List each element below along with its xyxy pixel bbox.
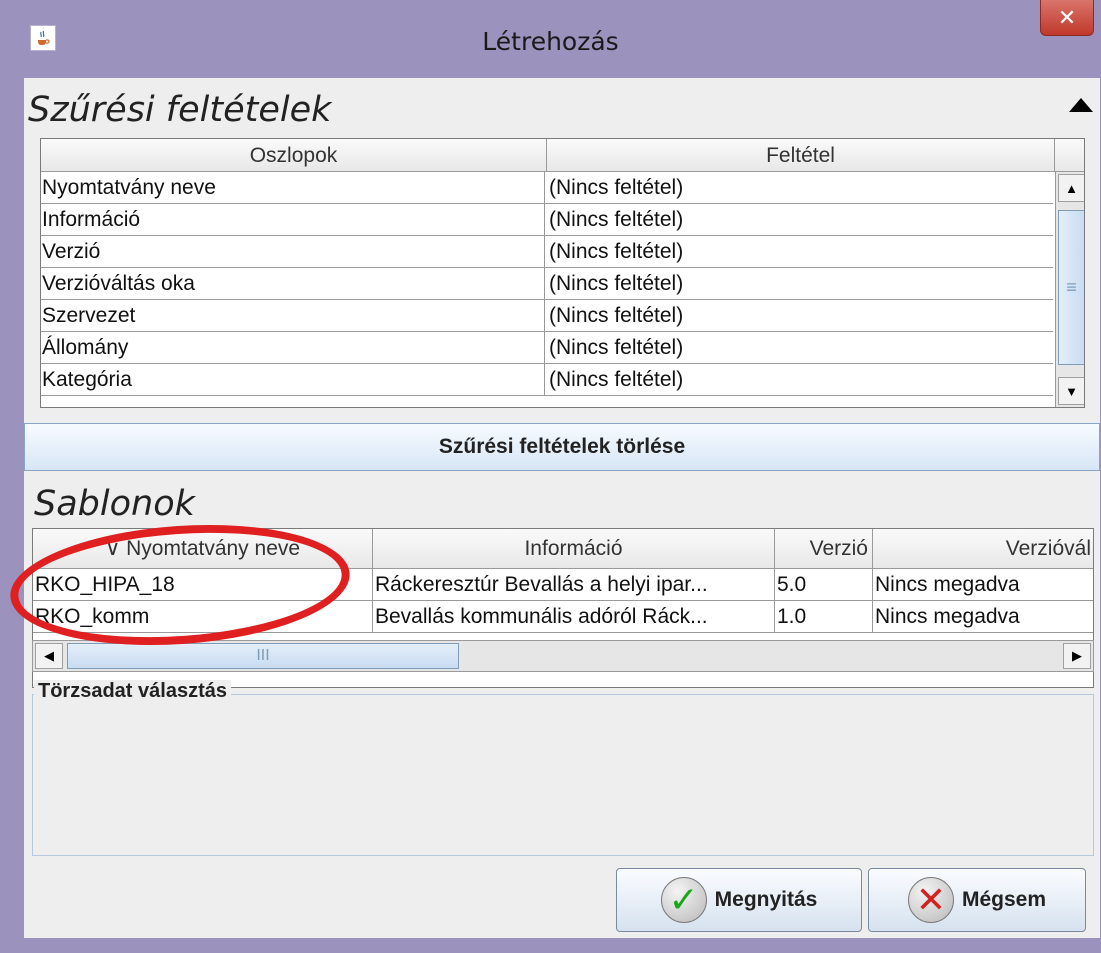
filter-table: Oszlopok Feltétel Nyomtatvány neve (Nincs… (40, 138, 1085, 408)
column-header-verzio[interactable]: Verzió (775, 529, 873, 569)
clear-filters-button[interactable]: Szűrési feltételek törlése (24, 423, 1100, 471)
template-version: 5.0 (775, 569, 873, 601)
scroll-up-icon[interactable]: ▲ (1058, 174, 1084, 202)
scroll-down-icon[interactable]: ▼ (1058, 377, 1084, 405)
template-name: RKO_komm (33, 601, 373, 633)
template-row[interactable]: RKO_komm Bevallás kommunális adóról Ráck… (33, 601, 1093, 633)
filter-column-name: Állomány (42, 332, 545, 364)
column-header-feltetel[interactable]: Feltétel (547, 139, 1055, 172)
templates-table-header: ∨ Nyomtatvány neve Információ Verzió Ver… (33, 529, 1093, 569)
column-header-verziovaltas[interactable]: Verzióvál (873, 529, 1093, 569)
template-row[interactable]: RKO_HIPA_18 Ráckeresztúr Bevallás a hely… (33, 569, 1093, 601)
filter-row[interactable]: Szervezet (Nincs feltétel) (41, 300, 1053, 332)
scroll-thumb[interactable]: ≡ (1058, 210, 1084, 365)
cancel-x-icon: ✕ (907, 877, 954, 923)
filter-row[interactable]: Állomány (Nincs feltétel) (41, 332, 1053, 364)
master-data-panel (32, 694, 1094, 856)
filter-table-header: Oszlopok Feltétel (41, 139, 1084, 172)
filter-column-name: Verzió (42, 236, 545, 268)
close-icon: ✕ (1057, 4, 1077, 30)
filter-row[interactable]: Információ (Nincs feltétel) (41, 204, 1053, 236)
templates-section-title: Sablonok (34, 484, 195, 524)
filter-condition: (Nincs feltétel) (549, 336, 684, 359)
cancel-button[interactable]: ✕ Mégsem (868, 868, 1086, 932)
filter-column-name: Szervezet (42, 300, 545, 332)
filter-column-name: Nyomtatvány neve (42, 172, 545, 204)
open-button-label: Megnyitás (714, 888, 818, 911)
template-version-reason: Nincs megadva (875, 605, 1020, 628)
filter-condition: (Nincs feltétel) (549, 208, 684, 231)
dialog-content: Szűrési feltételek Oszlopok Feltétel Nyo… (6, 78, 1100, 938)
scroll-right-icon[interactable]: ▶ (1063, 643, 1091, 669)
checkmark-icon: ✓ (660, 877, 707, 923)
filter-vertical-scrollbar[interactable]: ▲ ≡ ▼ (1055, 172, 1084, 407)
template-version-reason: Nincs megadva (875, 573, 1020, 596)
close-button[interactable]: ✕ (1040, 0, 1094, 36)
scroll-left-icon[interactable]: ◀ (35, 643, 63, 669)
filter-column-name: Információ (42, 204, 545, 236)
template-version: 1.0 (775, 601, 873, 633)
filter-row[interactable]: Verzió (Nincs feltétel) (41, 236, 1053, 268)
horizontal-scroll-thumb[interactable]: III (67, 643, 459, 669)
template-info: Ráckeresztúr Bevallás a helyi ipar... (373, 569, 775, 601)
filter-row[interactable]: Verzióváltás oka (Nincs feltétel) (41, 268, 1053, 300)
filter-section-title: Szűrési feltételek (28, 90, 332, 130)
filter-condition: (Nincs feltétel) (549, 240, 684, 263)
filter-condition: (Nincs feltétel) (549, 176, 684, 199)
filter-condition: (Nincs feltétel) (549, 304, 684, 327)
collapse-triangle-icon[interactable] (1069, 98, 1093, 112)
cancel-button-label: Mégsem (961, 888, 1047, 911)
master-data-title: Törzsadat választás (34, 680, 231, 703)
column-header-informacio[interactable]: Információ (373, 529, 775, 569)
column-header-oszlopok[interactable]: Oszlopok (41, 139, 547, 172)
window-frame: Létrehozás ✕ Szűrési feltételek Oszlopok… (0, 0, 1101, 953)
filter-row[interactable]: Kategória (Nincs feltétel) (41, 364, 1053, 396)
template-info: Bevallás kommunális adóról Ráck... (373, 601, 775, 633)
open-button[interactable]: ✓ Megnyitás (616, 868, 862, 932)
title-bar: Létrehozás ✕ (0, 0, 1101, 78)
filter-condition: (Nincs feltétel) (549, 368, 684, 391)
filter-column-name: Kategória (42, 364, 545, 396)
filter-column-name: Verzióváltás oka (42, 268, 545, 300)
template-name: RKO_HIPA_18 (33, 569, 373, 601)
templates-horizontal-scrollbar[interactable]: ◀ III ▶ (32, 640, 1094, 672)
column-header-nyomtatvany-neve[interactable]: ∨ Nyomtatvány neve (33, 529, 373, 569)
filter-condition: (Nincs feltétel) (549, 272, 684, 295)
window-title: Létrehozás (482, 27, 619, 56)
filter-row[interactable]: Nyomtatvány neve (Nincs feltétel) (41, 172, 1053, 204)
